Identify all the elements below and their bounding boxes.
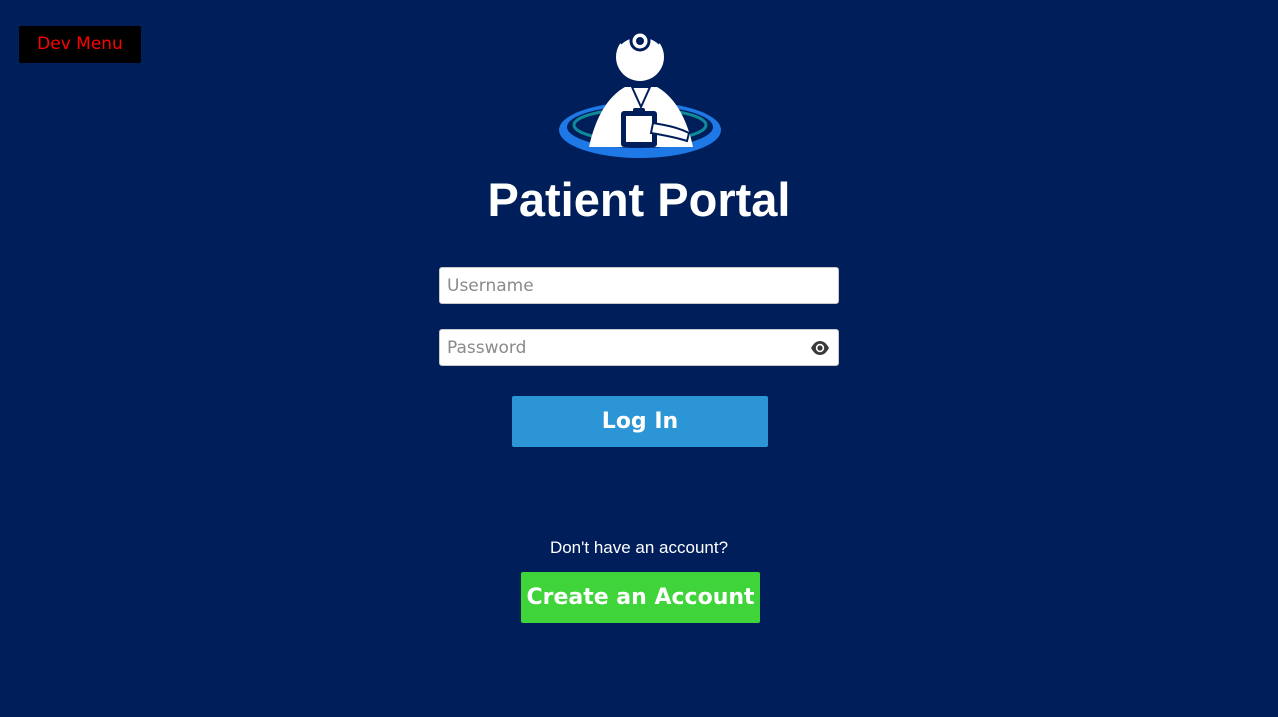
page-title: Patient Portal [487, 173, 791, 226]
eye-icon[interactable] [810, 339, 830, 357]
no-account-prompt: Don't have an account? [549, 538, 729, 557]
password-input[interactable] [440, 330, 838, 365]
username-input[interactable] [440, 268, 838, 303]
username-field[interactable] [439, 267, 839, 304]
doctor-logo-icon [559, 30, 721, 158]
login-page: Dev Menu Patient Portal Log In [0, 0, 1278, 717]
dev-menu-button[interactable]: Dev Menu [19, 26, 141, 63]
login-button[interactable]: Log In [512, 396, 768, 447]
password-field[interactable] [439, 329, 839, 366]
create-account-button[interactable]: Create an Account [521, 572, 760, 623]
